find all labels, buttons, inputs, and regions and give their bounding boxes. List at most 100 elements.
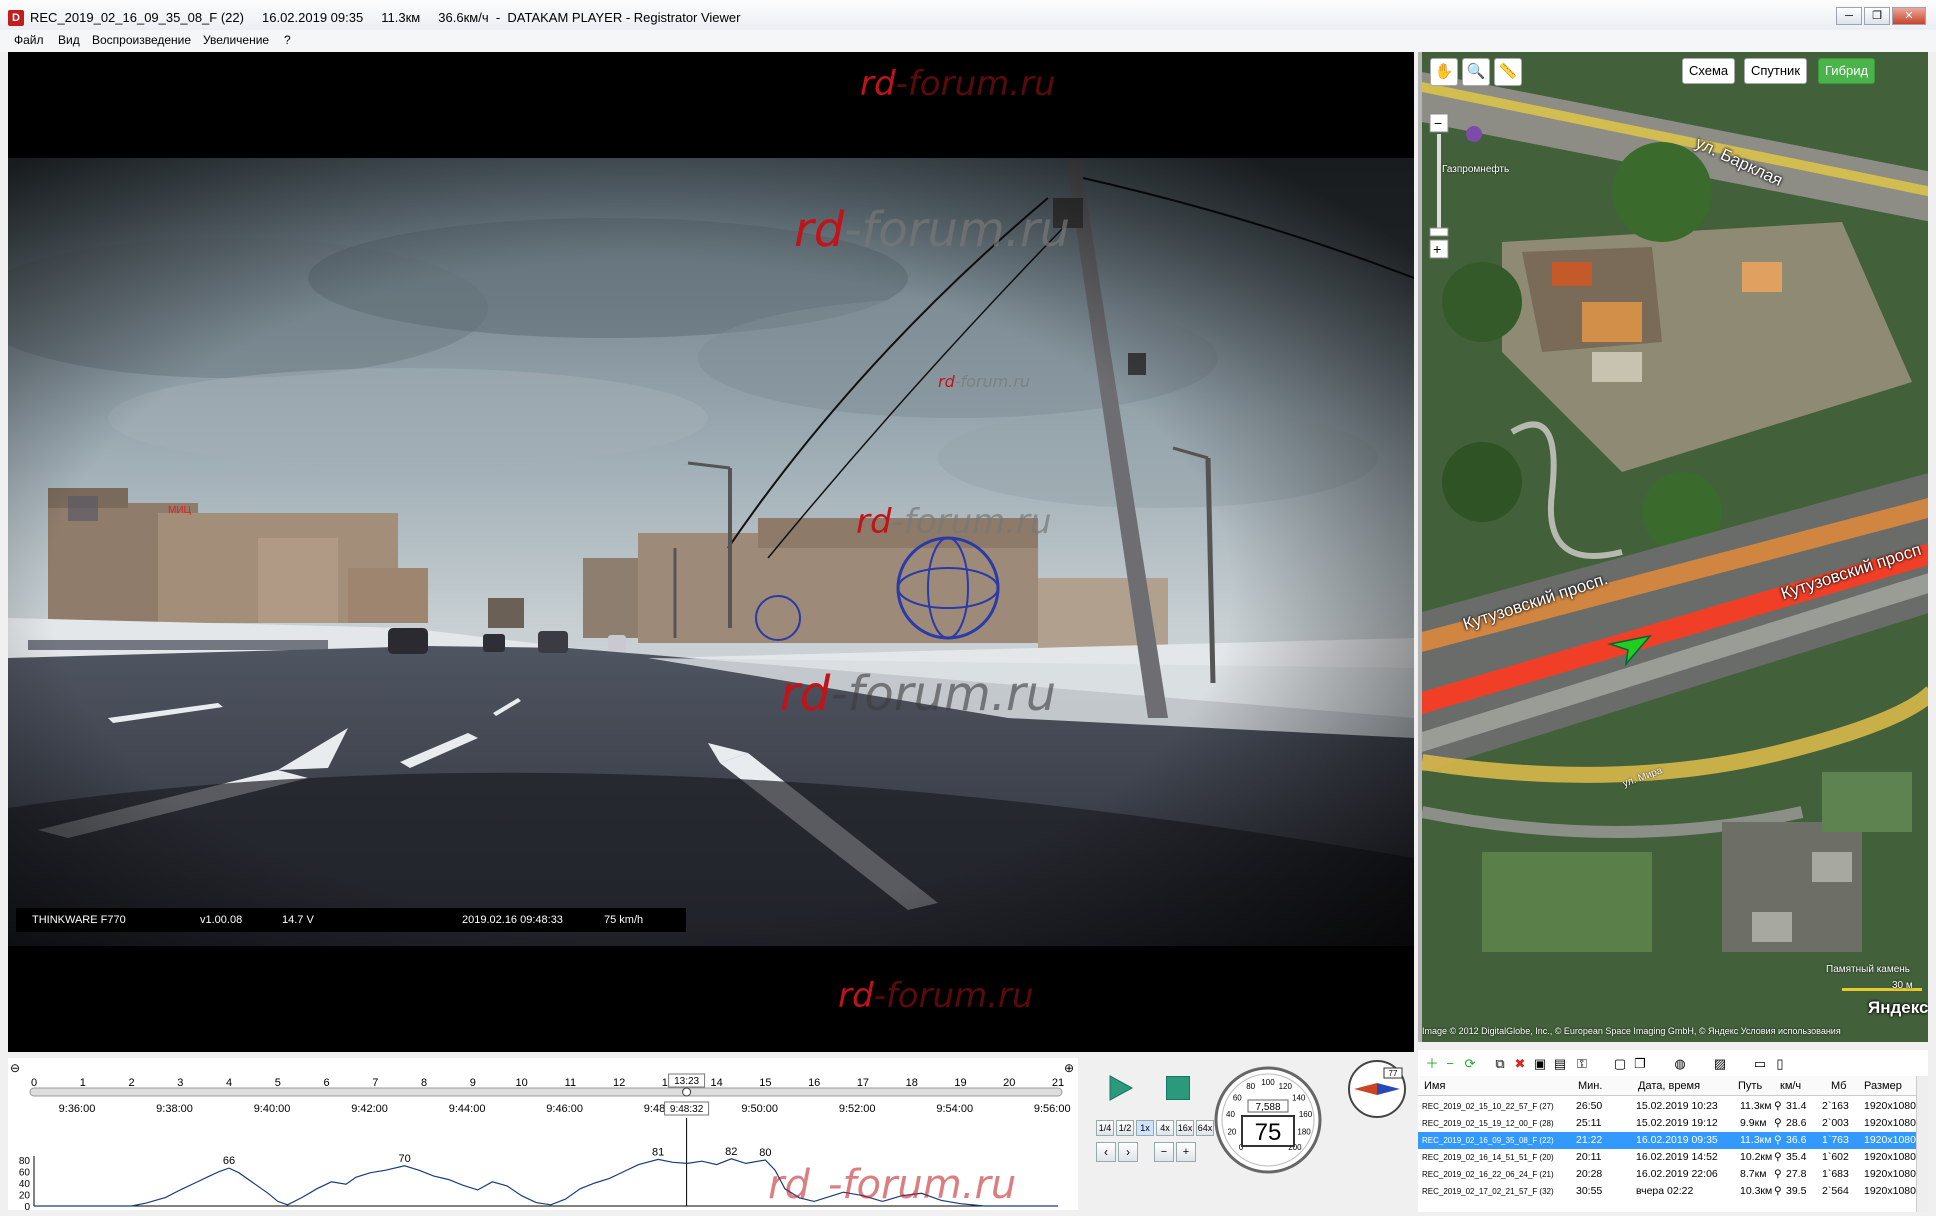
minute-tick-label: 0 bbox=[31, 1077, 37, 1089]
file-list-row[interactable]: REC_2019_02_16_14_51_51_F (20) 20:11 16.02… bbox=[1418, 1149, 1916, 1166]
time-axis-label: 9:54:00 bbox=[936, 1103, 973, 1115]
remove-file-icon[interactable]: − bbox=[1442, 1056, 1458, 1072]
globe-icon[interactable]: ◍ bbox=[1672, 1056, 1688, 1072]
col-size[interactable]: Размер bbox=[1864, 1080, 1902, 1092]
cell-min: 20:28 bbox=[1576, 1168, 1603, 1180]
col-minutes[interactable]: Мин. bbox=[1578, 1080, 1602, 1092]
cell-mb: 1`763 bbox=[1822, 1134, 1849, 1146]
col-name[interactable]: Имя bbox=[1424, 1080, 1445, 1092]
cell-mb: 1`683 bbox=[1822, 1168, 1849, 1180]
speed-button[interactable]: 1/2 bbox=[1116, 1120, 1134, 1136]
map-brand-logo: Яндекс bbox=[1868, 998, 1928, 1017]
timeline-zoom-in-icon[interactable]: ⊕ bbox=[1064, 1061, 1074, 1075]
open-folder-icon[interactable]: ▭ bbox=[1752, 1056, 1768, 1072]
dial-tick-label: 80 bbox=[1246, 1082, 1255, 1091]
zoom-tool-icon[interactable]: 🔍 bbox=[1462, 58, 1490, 86]
cell-name: REC_2019_02_15_19_12_00_F (28) bbox=[1422, 1119, 1554, 1128]
image-icon[interactable]: ▨ bbox=[1712, 1056, 1728, 1072]
speed-button[interactable]: 1x bbox=[1136, 1120, 1154, 1136]
menu-file[interactable]: Файл bbox=[14, 33, 44, 47]
speed-peak-label: 80 bbox=[759, 1147, 771, 1159]
zoom-in-icon[interactable]: + bbox=[1176, 1142, 1196, 1162]
file-list-row[interactable]: REC_2019_02_16_22_06_24_F (21) 20:28 16.02… bbox=[1418, 1166, 1916, 1183]
document-icon[interactable]: ▯ bbox=[1772, 1056, 1788, 1072]
cell-size: 1920x1080 bbox=[1864, 1134, 1916, 1146]
stop-button[interactable] bbox=[1166, 1076, 1190, 1100]
cell-min: 25:11 bbox=[1576, 1117, 1602, 1129]
step-forward-button[interactable]: › bbox=[1118, 1142, 1138, 1162]
file-list-row[interactable]: REC_2019_02_16_09_35_08_F (22) 21:22 16.02… bbox=[1418, 1132, 1916, 1149]
cell-date: 16.02.2019 22:06 bbox=[1636, 1168, 1718, 1180]
map-hybrid-button[interactable]: Гибрид bbox=[1818, 58, 1876, 84]
menu-playback[interactable]: Воспроизведение bbox=[92, 33, 191, 47]
map-panel[interactable]: − + ✋ 🔍 📏 Схема Спутник Гибрид Газпромне… bbox=[1418, 52, 1928, 1042]
ruler-tool-icon[interactable]: 📏 bbox=[1494, 58, 1522, 86]
file-list-scrollbar[interactable] bbox=[1916, 1076, 1928, 1212]
copy-icon[interactable]: ⧉ bbox=[1492, 1056, 1508, 1072]
playhead-handle[interactable] bbox=[682, 1087, 692, 1097]
refresh-icon[interactable]: ⟳ bbox=[1462, 1056, 1478, 1072]
minute-tick-label: 7 bbox=[372, 1077, 378, 1089]
cell-name: REC_2019_02_16_09_35_08_F (22) bbox=[1422, 1136, 1554, 1145]
map-satellite-button[interactable]: Спутник bbox=[1744, 58, 1808, 84]
close-button[interactable]: ✕ bbox=[1892, 7, 1926, 25]
col-mb[interactable]: Мб bbox=[1831, 1080, 1846, 1092]
file-list-row[interactable]: REC_2019_02_15_19_12_00_F (28) 25:11 15.02… bbox=[1418, 1115, 1916, 1132]
cell-size: 1920x1080 bbox=[1864, 1100, 1916, 1112]
compass-readout: 77 bbox=[1389, 1069, 1398, 1078]
speed-button[interactable]: 4x bbox=[1156, 1120, 1174, 1136]
file-list-panel: ＋ − ⟳ ⧉ ✖ ▣ ▤ ⚿ ▢ ❐ ◍ ▨ ▭ ▯ Имя Мин. Дат… bbox=[1418, 1050, 1928, 1212]
menu-help[interactable]: ? bbox=[284, 33, 291, 47]
y-tick-label: 40 bbox=[19, 1179, 31, 1190]
cell-min: 20:11 bbox=[1576, 1151, 1602, 1163]
time-axis-label: 9:36:00 bbox=[59, 1103, 96, 1115]
frame-icon[interactable]: ▢ bbox=[1612, 1056, 1628, 1072]
watermark-center: rd-forum.ru bbox=[794, 202, 1071, 258]
maximize-button[interactable]: ❐ bbox=[1864, 7, 1890, 25]
playback-controls: 1/4 1/2 1x 4x 16x 64x ‹ › − + 0 20 40 60 80 100 120… bbox=[1090, 1058, 1420, 1210]
watermark-graph-rest: -forum.ru bbox=[828, 1162, 1016, 1208]
timeline-zoom-out-icon[interactable]: ⊖ bbox=[10, 1061, 20, 1075]
cell-name: REC_2019_02_17_02_21_57_F (32) bbox=[1422, 1187, 1554, 1196]
track-icon: ⚲ bbox=[1774, 1185, 1782, 1197]
map-scheme-button[interactable]: Схема bbox=[1682, 58, 1736, 84]
cell-path: 11.3км bbox=[1740, 1100, 1772, 1112]
cell-mb: 2`003 bbox=[1822, 1117, 1849, 1129]
col-datetime[interactable]: Дата, время bbox=[1638, 1080, 1700, 1092]
cell-date: вчера 02:22 bbox=[1636, 1185, 1694, 1197]
play-button[interactable] bbox=[1106, 1074, 1134, 1102]
time-axis-label: 9:56:00 bbox=[1034, 1103, 1071, 1115]
timeline-graph[interactable]: ⊖ ⊕0 1 2 3 4 5 6 7 8 9 10 11 12 13 14 15 16 17 18 19 20 219:36… bbox=[8, 1058, 1078, 1213]
add-file-icon[interactable]: ＋ bbox=[1424, 1056, 1440, 1072]
watermark-graph: rd bbox=[768, 1162, 810, 1208]
save-icon[interactable]: ▣ bbox=[1532, 1056, 1548, 1072]
timeline-panel[interactable]: ⊖ ⊕ 0 1 2 3 4 5 6 7 8 9 10 11 12 13 14 15 16 17 18 19 20 21 9:36… bbox=[8, 1058, 1078, 1213]
dial-tick-label: 20 bbox=[1227, 1128, 1236, 1137]
map-poi-gas-station: Газпромнефть bbox=[1442, 164, 1510, 175]
file-list-row[interactable]: REC_2019_02_15_10_22_57_F (27) 26:50 15.02… bbox=[1418, 1098, 1916, 1115]
key-icon[interactable]: ⚿ bbox=[1574, 1056, 1590, 1072]
delete-icon[interactable]: ✖ bbox=[1512, 1056, 1528, 1072]
col-speed[interactable]: км/ч bbox=[1780, 1080, 1801, 1092]
step-back-button[interactable]: ‹ bbox=[1096, 1142, 1116, 1162]
minimize-button[interactable]: ─ bbox=[1836, 7, 1862, 25]
speed-button[interactable]: 16x bbox=[1176, 1120, 1194, 1136]
speed-peak-label: 70 bbox=[398, 1153, 410, 1165]
minute-tick-label: 12 bbox=[613, 1077, 625, 1089]
file-list-row[interactable]: REC_2019_02_17_02_21_57_F (32) 30:55 вчера… bbox=[1418, 1183, 1916, 1200]
cell-date: 16.02.2019 09:35 bbox=[1636, 1134, 1718, 1146]
video-player[interactable]: rd-forum.ru rd-forum.ru rd-forum.ru rd-f… bbox=[8, 52, 1414, 1052]
minute-tick-label: 15 bbox=[759, 1077, 771, 1089]
speed-button[interactable]: 1/4 bbox=[1096, 1120, 1114, 1136]
window-icon[interactable]: ❐ bbox=[1632, 1056, 1648, 1072]
menu-view[interactable]: Вид bbox=[58, 33, 80, 47]
map-copyright[interactable]: Image © 2012 DigitalGlobe, Inc., © Europ… bbox=[1422, 1026, 1841, 1036]
menu-zoom[interactable]: Увеличение bbox=[203, 33, 269, 47]
col-path[interactable]: Путь bbox=[1738, 1080, 1762, 1092]
pan-tool-icon[interactable]: ✋ bbox=[1430, 58, 1458, 86]
timeline-scrollbar[interactable] bbox=[29, 1087, 1063, 1097]
zoom-out-icon[interactable]: − bbox=[1154, 1142, 1174, 1162]
export-icon[interactable]: ▤ bbox=[1552, 1056, 1568, 1072]
watermark-mid: rd-forum.ru bbox=[856, 502, 1052, 542]
video-frame: МИЦ bbox=[8, 158, 1414, 946]
